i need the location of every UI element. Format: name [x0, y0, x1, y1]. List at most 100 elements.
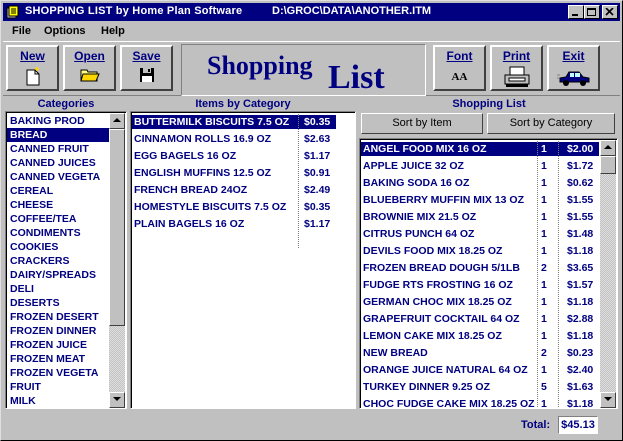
minimize-button[interactable]	[568, 5, 584, 19]
shopping-list-row[interactable]: BAKING SODA 16 OZ 1 $0.62	[361, 176, 599, 190]
product-price: $1.17	[304, 218, 331, 230]
app-icon[interactable]	[6, 5, 20, 19]
category-item[interactable]: COOKIES	[7, 240, 109, 254]
category-item[interactable]: CONDIMENTS	[7, 226, 109, 240]
shopping-list-row[interactable]: TURKEY DINNER 9.25 OZ 5 $1.63	[361, 380, 599, 394]
shopping-list-row[interactable]: FROZEN BREAD DOUGH 5/1LB 2 $3.65	[361, 261, 599, 275]
shop-scroll-up-button[interactable]	[600, 140, 616, 156]
shopping-list-row[interactable]: CHOC FUDGE CAKE MIX 18.25 OZ 1 $1.18	[361, 397, 599, 409]
category-item-label: CANNED JUICES	[10, 157, 96, 169]
category-item-label: FROZEN MEAT	[10, 353, 86, 365]
menu-file[interactable]: File	[12, 25, 31, 37]
category-product-row[interactable]: BUTTERMILK BISCUITS 7.5 OZ $0.35	[132, 115, 336, 129]
category-product-row[interactable]: PLAIN BAGELS 16 OZ $1.17	[132, 217, 336, 231]
shopping-list-row[interactable]: APPLE JUICE 32 OZ 1 $1.72	[361, 159, 599, 173]
category-item[interactable]: CANNED JUICES	[7, 156, 109, 170]
new-button[interactable]: New	[6, 45, 59, 91]
category-item[interactable]: FRUIT	[7, 380, 109, 394]
open-button[interactable]: Open	[63, 45, 116, 91]
category-product-row[interactable]: EGG BAGELS 16 OZ $1.17	[132, 149, 336, 163]
shopping-list-listbox[interactable]: ANGEL FOOD MIX 16 OZ 1 $2.00 APPLE JUICE 32…	[359, 138, 618, 409]
sort-by-category-button[interactable]: Sort by Category	[487, 113, 615, 134]
category-product-row[interactable]: HOMESTYLE BISCUITS 7.5 OZ $0.35	[132, 200, 336, 214]
categories-scrollbar[interactable]	[109, 113, 125, 408]
category-product-row[interactable]: FRENCH BREAD 24OZ $2.49	[132, 183, 336, 197]
category-item[interactable]: FROZEN JUICE	[7, 338, 109, 352]
shopping-list-row[interactable]: BLUEBERRY MUFFIN MIX 13 OZ 1 $1.55	[361, 193, 599, 207]
arrow-down-icon	[604, 397, 612, 401]
print-button[interactable]: Print	[490, 45, 543, 91]
category-item[interactable]: CHEESE	[7, 198, 109, 212]
car-icon	[556, 71, 589, 86]
shopping-list-scrollbar[interactable]	[600, 140, 616, 408]
list-item-quantity: 1	[541, 330, 547, 342]
category-product-row[interactable]: CINNAMON ROLLS 16.9 OZ $2.63	[132, 132, 336, 146]
banner-word-shopping: Shopping	[207, 51, 313, 80]
font-icon: AA	[451, 71, 468, 83]
shopping-list-row[interactable]: LEMON CAKE MIX 18.25 OZ 1 $1.18	[361, 329, 599, 343]
shopping-list-row[interactable]: CITRUS PUNCH 64 OZ 1 $1.48	[361, 227, 599, 241]
category-item[interactable]: FROZEN MEAT	[7, 352, 109, 366]
category-item[interactable]: MILK	[7, 394, 109, 408]
category-item[interactable]: DESERTS	[7, 296, 109, 310]
shop-scroll-down-button[interactable]	[600, 392, 616, 408]
shopping-list-row[interactable]: ORANGE JUICE NATURAL 64 OZ 1 $2.40	[361, 363, 599, 377]
exit-button[interactable]: Exit	[547, 45, 600, 91]
shopping-list-row[interactable]: FUDGE RTS FROSTING 16 OZ 1 $1.57	[361, 278, 599, 292]
category-item[interactable]: COFFEE/TEA	[7, 212, 109, 226]
category-item[interactable]: CANNED VEGETA	[7, 170, 109, 184]
list-item-quantity: 1	[541, 245, 547, 257]
list-item-quantity: 1	[541, 194, 547, 206]
list-item-quantity: 1	[541, 313, 547, 325]
shop-qty-divider	[537, 141, 538, 407]
title-bar[interactable]: SHOPPING LIST by Home Plan Software D:\G…	[3, 3, 620, 21]
menu-help[interactable]: Help	[101, 25, 125, 37]
category-item[interactable]: DAIRY/SPREADS	[7, 268, 109, 282]
list-item-quantity: 1	[541, 398, 547, 409]
shopping-list-row[interactable]: GERMAN CHOC MIX 18.25 OZ 1 $1.18	[361, 295, 599, 309]
menu-options[interactable]: Options	[44, 25, 86, 37]
open-button-label: Open	[74, 49, 105, 63]
category-item-label: DELI	[10, 283, 34, 295]
scroll-down-button[interactable]	[109, 392, 125, 408]
list-item-price: $1.18	[567, 330, 594, 342]
category-item-label: FROZEN JUICE	[10, 339, 88, 351]
category-item[interactable]: FROZEN VEGETA	[7, 366, 109, 380]
sort-by-item-button[interactable]: Sort by Item	[361, 113, 483, 134]
shopping-list-row[interactable]: BROWNIE MIX 21.5 OZ 1 $1.55	[361, 210, 599, 224]
font-button[interactable]: Font AA	[433, 45, 486, 91]
shopping-list-row[interactable]: NEW BREAD 2 $0.23	[361, 346, 599, 360]
arrow-up-icon	[113, 118, 121, 122]
category-product-row[interactable]: ENGLISH MUFFINS 12.5 OZ $0.91	[132, 166, 336, 180]
category-item[interactable]: DELI	[7, 282, 109, 296]
category-item-label: CANNED FRUIT	[10, 143, 89, 155]
scroll-thumb[interactable]	[109, 129, 125, 326]
category-item[interactable]: BREAD	[7, 128, 109, 142]
category-item-label: COFFEE/TEA	[10, 213, 77, 225]
categories-listbox[interactable]: BAKING PROD BREAD CANNED FRUIT CANNED JUICE…	[5, 111, 127, 409]
shopping-list-row[interactable]: GRAPEFRUIT COCKTAIL 64 OZ 1 $2.88	[361, 312, 599, 326]
category-item[interactable]: FROZEN DESERT	[7, 310, 109, 324]
shopping-list-row[interactable]: DEVILS FOOD MIX 18.25 OZ 1 $1.18	[361, 244, 599, 258]
list-item-price: $1.18	[567, 245, 594, 257]
list-item-price: $1.55	[567, 211, 594, 223]
scroll-up-button[interactable]	[109, 113, 125, 129]
items-by-category-listbox[interactable]: BUTTERMILK BISCUITS 7.5 OZ $0.35 CINNAMON …	[130, 111, 356, 409]
category-item[interactable]: FROZEN DINNER	[7, 324, 109, 338]
category-item[interactable]: CEREAL	[7, 184, 109, 198]
product-name: EGG BAGELS 16 OZ	[134, 150, 237, 162]
product-name: FRENCH BREAD 24OZ	[134, 184, 248, 196]
category-item-label: DAIRY/SPREADS	[10, 269, 96, 281]
shopping-list-row[interactable]: ANGEL FOOD MIX 16 OZ 1 $2.00	[361, 142, 599, 156]
category-item[interactable]: BAKING PROD	[7, 114, 109, 128]
category-item[interactable]: CANNED FRUIT	[7, 142, 109, 156]
categories-title: Categories	[37, 98, 95, 110]
product-price: $2.49	[304, 184, 331, 196]
close-button[interactable]	[602, 5, 618, 19]
shop-scroll-thumb[interactable]	[600, 156, 616, 174]
save-button[interactable]: Save	[120, 45, 173, 91]
maximize-button[interactable]	[584, 5, 600, 19]
list-item-price: $1.18	[567, 296, 594, 308]
open-folder-icon	[79, 69, 100, 82]
category-item[interactable]: CRACKERS	[7, 254, 109, 268]
